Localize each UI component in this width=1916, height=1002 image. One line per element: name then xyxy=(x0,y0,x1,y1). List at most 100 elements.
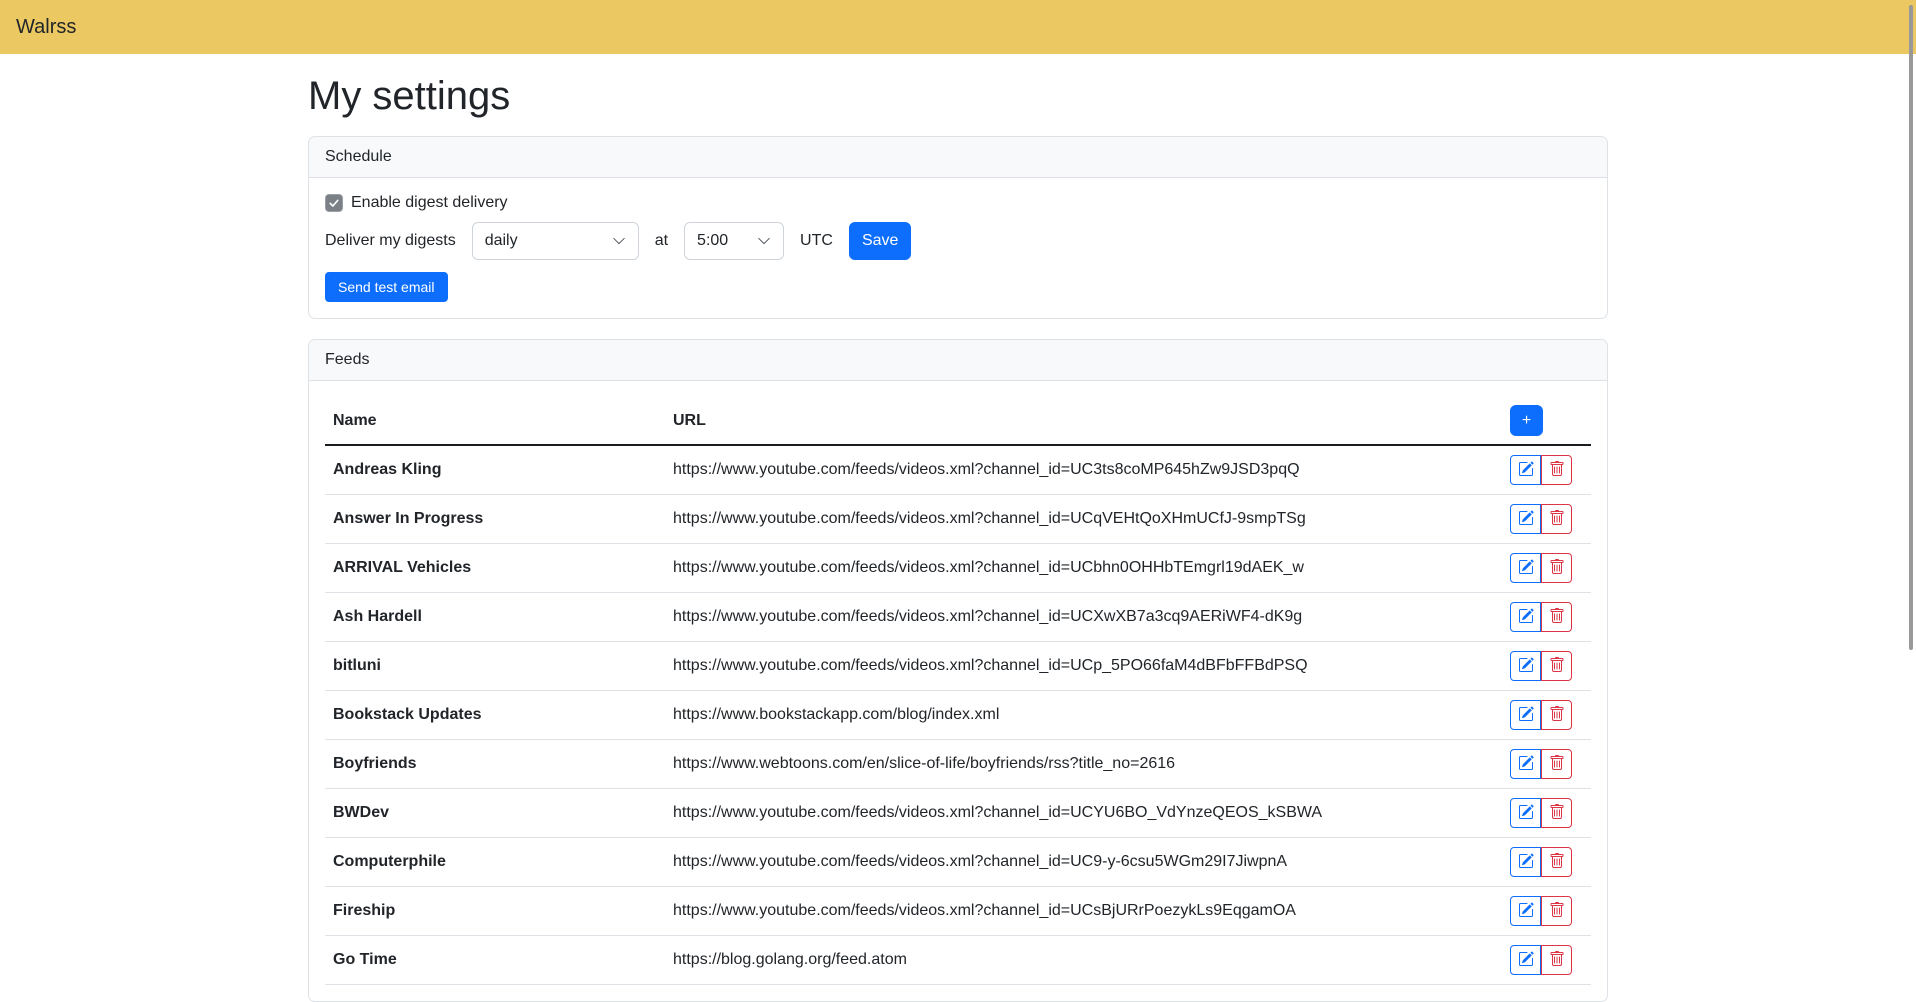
enable-digest-row: Enable digest delivery xyxy=(325,194,1591,212)
pencil-square-icon xyxy=(1518,657,1534,676)
pencil-square-icon xyxy=(1518,755,1534,774)
delete-feed-button[interactable] xyxy=(1541,504,1572,534)
feed-name: Andreas Kling xyxy=(325,445,665,495)
feed-url: https://www.youtube.com/feeds/videos.xml… xyxy=(665,495,1502,544)
feed-actions-group xyxy=(1510,945,1572,975)
trash-icon xyxy=(1549,461,1565,480)
feed-row: BWDev https://www.youtube.com/feeds/vide… xyxy=(325,789,1591,838)
feed-actions-group xyxy=(1510,455,1572,485)
feed-url: https://www.youtube.com/feeds/videos.xml… xyxy=(665,445,1502,495)
navbar: Walrss xyxy=(0,0,1916,54)
feed-name: bitluni xyxy=(325,642,665,691)
feeds-card-header: Feeds xyxy=(309,340,1607,381)
trash-icon xyxy=(1549,755,1565,774)
feed-actions xyxy=(1502,593,1591,642)
feed-actions xyxy=(1502,789,1591,838)
delete-feed-button[interactable] xyxy=(1541,651,1572,681)
delete-feed-button[interactable] xyxy=(1541,945,1572,975)
scrollbar-thumb[interactable] xyxy=(1909,5,1913,650)
feeds-card-body: Name URL + Andreas Kling https://www.you… xyxy=(309,381,1607,1001)
feed-actions xyxy=(1502,544,1591,593)
deliver-digests-label: Deliver my digests xyxy=(325,232,456,250)
feed-row: Answer In Progress https://www.youtube.c… xyxy=(325,495,1591,544)
send-test-email-button[interactable]: Send test email xyxy=(325,272,448,302)
trash-icon xyxy=(1549,853,1565,872)
edit-feed-button[interactable] xyxy=(1510,945,1541,975)
feed-actions-group xyxy=(1510,700,1572,730)
feed-url: https://www.youtube.com/feeds/videos.xml… xyxy=(665,544,1502,593)
feed-actions-group xyxy=(1510,847,1572,877)
trash-icon xyxy=(1549,706,1565,725)
at-label: at xyxy=(655,232,668,250)
chevron-down-icon xyxy=(612,234,626,248)
feed-actions xyxy=(1502,838,1591,887)
pencil-square-icon xyxy=(1518,706,1534,725)
delete-feed-button[interactable] xyxy=(1541,700,1572,730)
feed-actions xyxy=(1502,495,1591,544)
time-select-value: 5:00 xyxy=(697,232,728,250)
feed-row: Andreas Kling https://www.youtube.com/fe… xyxy=(325,445,1591,495)
delete-feed-button[interactable] xyxy=(1541,602,1572,632)
time-select[interactable]: 5:00 xyxy=(684,222,784,260)
trash-icon xyxy=(1549,510,1565,529)
schedule-card: Schedule Enable digest delivery Deliver … xyxy=(308,136,1608,319)
delete-feed-button[interactable] xyxy=(1541,847,1572,877)
edit-feed-button[interactable] xyxy=(1510,602,1541,632)
check-icon xyxy=(328,197,340,209)
feed-actions-group xyxy=(1510,651,1572,681)
enable-digest-checkbox[interactable] xyxy=(325,194,343,212)
edit-feed-button[interactable] xyxy=(1510,455,1541,485)
delete-feed-button[interactable] xyxy=(1541,749,1572,779)
delete-feed-button[interactable] xyxy=(1541,455,1572,485)
delete-feed-button[interactable] xyxy=(1541,896,1572,926)
edit-feed-button[interactable] xyxy=(1510,651,1541,681)
feed-actions-group xyxy=(1510,896,1572,926)
edit-feed-button[interactable] xyxy=(1510,798,1541,828)
navbar-brand[interactable]: Walrss xyxy=(16,17,76,37)
edit-feed-button[interactable] xyxy=(1510,553,1541,583)
edit-feed-button[interactable] xyxy=(1510,749,1541,779)
trash-icon xyxy=(1549,608,1565,627)
edit-feed-button[interactable] xyxy=(1510,504,1541,534)
feed-name: ARRIVAL Vehicles xyxy=(325,544,665,593)
main-container: My settings Schedule Enable digest deliv… xyxy=(308,72,1608,1002)
schedule-card-body: Enable digest delivery Deliver my digest… xyxy=(309,178,1607,318)
feed-url: https://www.youtube.com/feeds/videos.xml… xyxy=(665,838,1502,887)
pencil-square-icon xyxy=(1518,902,1534,921)
enable-digest-label[interactable]: Enable digest delivery xyxy=(351,194,508,212)
page-title: My settings xyxy=(308,72,1608,120)
trash-icon xyxy=(1549,804,1565,823)
feed-name: Ash Hardell xyxy=(325,593,665,642)
feed-name: Fireship xyxy=(325,887,665,936)
feed-name: Boyfriends xyxy=(325,740,665,789)
feed-url: https://www.youtube.com/feeds/videos.xml… xyxy=(665,642,1502,691)
interval-select[interactable]: daily xyxy=(472,222,639,260)
edit-feed-button[interactable] xyxy=(1510,896,1541,926)
feed-row: Bookstack Updates https://www.bookstacka… xyxy=(325,691,1591,740)
feed-actions-group xyxy=(1510,602,1572,632)
delete-feed-button[interactable] xyxy=(1541,553,1572,583)
feed-name: Bookstack Updates xyxy=(325,691,665,740)
delete-feed-button[interactable] xyxy=(1541,798,1572,828)
edit-feed-button[interactable] xyxy=(1510,847,1541,877)
feeds-card: Feeds Name URL + An xyxy=(308,339,1608,1002)
feed-url: https://www.youtube.com/feeds/videos.xml… xyxy=(665,887,1502,936)
trash-icon xyxy=(1549,657,1565,676)
edit-feed-button[interactable] xyxy=(1510,700,1541,730)
feed-row: Computerphile https://www.youtube.com/fe… xyxy=(325,838,1591,887)
trash-icon xyxy=(1549,559,1565,578)
feed-actions-group xyxy=(1510,504,1572,534)
feed-url: https://blog.golang.org/feed.atom xyxy=(665,936,1502,985)
pencil-square-icon xyxy=(1518,510,1534,529)
feed-actions xyxy=(1502,936,1591,985)
chevron-down-icon xyxy=(757,234,771,248)
save-button[interactable]: Save xyxy=(849,222,911,260)
feed-actions-group xyxy=(1510,798,1572,828)
add-feed-button[interactable]: + xyxy=(1510,405,1543,436)
feed-name: Answer In Progress xyxy=(325,495,665,544)
feed-actions xyxy=(1502,691,1591,740)
feed-actions xyxy=(1502,887,1591,936)
timezone-label: UTC xyxy=(800,232,833,250)
plus-icon: + xyxy=(1522,413,1531,429)
feed-url: https://www.youtube.com/feeds/videos.xml… xyxy=(665,789,1502,838)
